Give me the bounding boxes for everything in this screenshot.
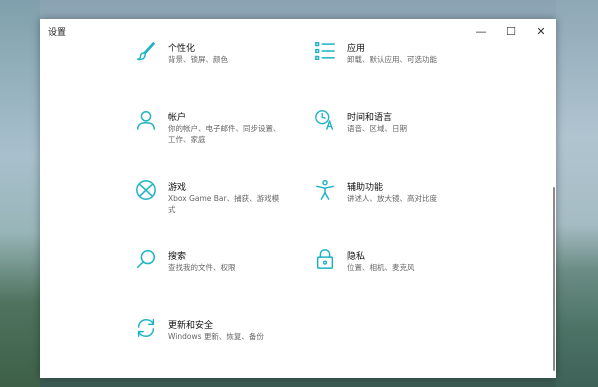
refresh-icon: [135, 317, 157, 339]
settings-item-accessibility[interactable]: 辅助功能 讲述人、放大镜、高对比度: [314, 179, 479, 229]
item-title: 帐户: [168, 113, 187, 123]
settings-item-time-language[interactable]: 时间和语言 语音、区域、日期: [314, 109, 479, 159]
item-description: 背景、锁屏、颜色: [168, 55, 228, 64]
settings-window: 设置 — ☐ ✕ 个性化 背景、锁屏、颜色 应用 卸载、默认应用、可选功能 帐户…: [40, 19, 556, 378]
vertical-scrollbar[interactable]: [553, 187, 555, 371]
item-description: 你的帐户、电子邮件、同步设置、工作、家庭: [168, 124, 281, 144]
lock-icon: [314, 248, 336, 270]
item-description: Xbox Game Bar、捕获、游戏模式: [168, 194, 280, 214]
item-description: 讲述人、放大镜、高对比度: [347, 194, 437, 203]
desktop-wallpaper-right: [556, 0, 598, 387]
settings-item-privacy[interactable]: 隐私 位置、相机、麦克风: [314, 248, 479, 298]
item-description: 语音、区域、日期: [347, 124, 407, 133]
window-title: 设置: [48, 28, 67, 38]
item-title: 时间和语言: [347, 113, 393, 123]
search-icon: [135, 248, 157, 270]
time-language-icon: [314, 109, 336, 131]
item-description: Windows 更新、恢复、备份: [168, 332, 264, 341]
apps-list-icon: [314, 40, 336, 62]
xbox-icon: [135, 179, 157, 201]
item-title: 搜索: [168, 252, 187, 262]
settings-item-update-security[interactable]: 更新和安全 Windows 更新、恢复、备份: [135, 317, 300, 367]
settings-item-search[interactable]: 搜索 查找我的文件、权限: [135, 248, 300, 298]
item-title: 个性化: [168, 44, 196, 54]
settings-item-accounts[interactable]: 帐户 你的帐户、电子邮件、同步设置、工作、家庭: [135, 109, 300, 159]
desktop-wallpaper-left: [0, 0, 40, 387]
item-description: 位置、相机、麦克风: [347, 263, 415, 272]
close-button[interactable]: ✕: [526, 19, 556, 43]
accessibility-icon: [314, 179, 336, 201]
item-title: 隐私: [347, 252, 366, 262]
item-title: 应用: [347, 44, 366, 54]
settings-item-personalization[interactable]: 个性化 背景、锁屏、颜色: [135, 40, 300, 90]
item-title: 游戏: [168, 183, 187, 193]
maximize-button[interactable]: ☐: [496, 19, 526, 43]
item-description: 卸载、默认应用、可选功能: [347, 55, 437, 64]
item-description: 查找我的文件、权限: [168, 263, 236, 272]
item-title: 辅助功能: [347, 183, 384, 193]
item-title: 更新和安全: [168, 321, 214, 331]
settings-item-apps[interactable]: 应用 卸载、默认应用、可选功能: [314, 40, 479, 90]
brush-icon: [135, 40, 157, 62]
settings-item-gaming[interactable]: 游戏 Xbox Game Bar、捕获、游戏模式: [135, 179, 300, 229]
person-icon: [135, 109, 157, 131]
